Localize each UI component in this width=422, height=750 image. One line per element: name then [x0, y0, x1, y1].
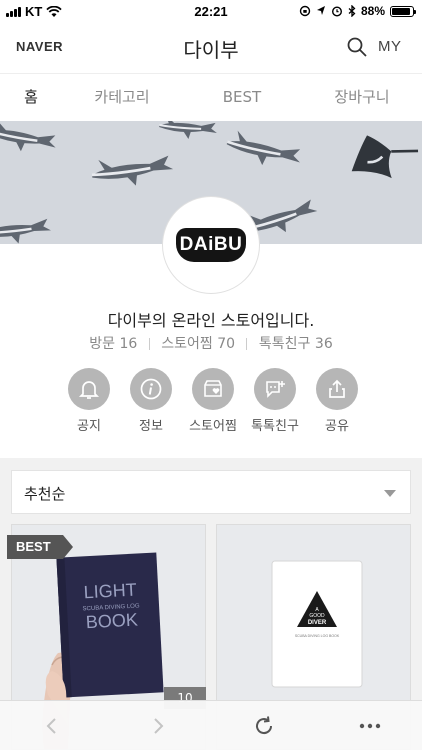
bluetooth-icon — [348, 5, 356, 17]
talk-friend-button[interactable]: 톡톡친구 — [244, 368, 306, 438]
status-right: 88% — [299, 4, 416, 18]
stat-wishlist-value: 70 — [217, 336, 236, 352]
battery-icon — [390, 5, 416, 17]
info-button[interactable]: 정보 — [120, 368, 182, 438]
chevron-left-icon — [46, 718, 56, 734]
refresh-icon — [256, 716, 273, 735]
stat-talk-friends-value: 36 — [314, 336, 333, 352]
stat-visit-label: 방문 — [89, 336, 116, 352]
wishlist-store-label: 스토어찜 — [189, 419, 237, 434]
daibu-logo-image: DAiBU — [176, 228, 246, 262]
back-button[interactable] — [32, 701, 72, 750]
tab-cart[interactable]: 장바구니 — [302, 74, 422, 121]
tab-category[interactable]: 카테고리 — [62, 74, 182, 121]
share-button[interactable]: 공유 — [306, 368, 368, 438]
stat-visit-value: 16 — [119, 336, 138, 352]
sort-selected-value: 추천순 — [24, 485, 66, 503]
cover-text-light: LIGHT — [83, 580, 137, 603]
naver-logo[interactable]: NAVER — [16, 39, 63, 54]
location-icon — [316, 6, 325, 15]
best-badge: BEST — [7, 535, 73, 559]
cover-text-diver: DIVER — [308, 620, 327, 626]
info-label: 정보 — [139, 419, 163, 434]
notice-button[interactable]: 공지 — [58, 368, 120, 438]
store-logo: DAiBU — [162, 196, 260, 294]
stat-talk-friends-label: 톡톡친구 — [258, 336, 311, 352]
chevron-down-icon — [384, 490, 396, 497]
info-icon — [130, 368, 172, 410]
cover-text-book: BOOK — [85, 610, 138, 633]
share-label: 공유 — [325, 419, 349, 434]
forward-button[interactable] — [138, 701, 178, 750]
store-intro: 다이부의 온라인 스토어입니다. — [107, 311, 315, 330]
sort-select[interactable]: 추천순 — [11, 470, 411, 514]
status-bar: KT 22:21 88% — [0, 0, 422, 24]
search-button[interactable] — [346, 36, 370, 60]
refresh-button[interactable] — [244, 701, 284, 750]
battery-percent: 88% — [360, 4, 385, 18]
chat-plus-icon — [254, 368, 296, 410]
tab-bar: 홈 카테고리 BEST 장바구니 — [0, 73, 422, 121]
more-icon — [359, 723, 381, 729]
stat-wishlist-label: 스토어찜 — [161, 336, 213, 352]
store-heart-icon — [192, 368, 234, 410]
browser-toolbar — [0, 700, 422, 750]
cover-text-good: GOOD — [309, 613, 325, 619]
share-icon — [316, 368, 358, 410]
app-header: NAVER 다이부 MY — [0, 24, 422, 72]
rotation-lock-icon — [299, 5, 311, 17]
tab-best[interactable]: BEST — [182, 74, 302, 121]
stat-divider — [148, 338, 150, 350]
cover-text-footer: SCUBA DIVING LOG BOOK — [295, 634, 340, 638]
search-icon — [347, 37, 367, 57]
wishlist-store-button[interactable]: 스토어찜 — [182, 368, 244, 438]
alarm-icon — [331, 6, 342, 17]
chevron-right-icon — [154, 718, 164, 734]
store-stats: 방문 16 스토어찜 70 톡톡친구 36 — [0, 333, 422, 353]
bell-icon — [68, 368, 110, 410]
store-actions: 공지 정보 스토어찜 톡톡친구 공유 — [58, 368, 368, 438]
more-button[interactable] — [350, 701, 390, 750]
talk-friend-label: 톡톡친구 — [251, 419, 299, 434]
notice-label: 공지 — [77, 419, 101, 434]
stat-divider — [246, 338, 248, 350]
tab-home[interactable]: 홈 — [0, 74, 62, 121]
my-button[interactable]: MY — [378, 38, 402, 55]
